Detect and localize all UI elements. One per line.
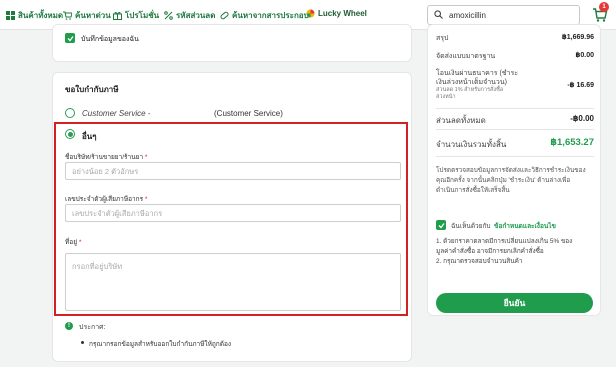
search-box[interactable] — [427, 5, 580, 25]
nav-label: Lucky Wheel — [318, 9, 367, 18]
cart-count-badge: 1 — [599, 2, 609, 12]
notice-text: กรุณากรอกข้อมูลสำหรับออกใบกำกับภาษีให้ถู… — [89, 341, 232, 348]
checkmark-icon — [67, 35, 74, 41]
total-label: จำนวนเงินรวมทั้งสิ้น — [436, 140, 507, 149]
shipping-row: จัดส่งแบบมาตรฐาน ฿0.00 — [436, 51, 594, 62]
review-line-3: ดำเนินการสั่งซื้อให้เสร็จสิ้น — [436, 187, 510, 194]
shipping-value: ฿0.00 — [575, 52, 595, 59]
subtotal-label: สรุป — [436, 35, 449, 42]
review-notice: โปรดตรวจสอบข้อมูลการจัดส่งและวิธีการชำระ… — [436, 166, 594, 196]
search-icon — [434, 9, 443, 21]
nav-item-search-by-compound[interactable]: ค้นหาจากสารประกอบ — [220, 9, 309, 22]
total-value: ฿1,653.27 — [550, 137, 594, 148]
terms-checkbox[interactable] — [436, 220, 446, 230]
pill-icon — [220, 11, 229, 20]
discount-label: ส่วนลดทั้งหมด — [436, 116, 486, 125]
tax-invoice-title: ขอใบกำกับภาษี — [65, 85, 119, 94]
terms-link[interactable]: ข้อกำหนดและเงื่อนไข — [494, 221, 556, 231]
divider — [436, 156, 594, 157]
nav-label: สินค้าทั้งหมด — [18, 11, 64, 20]
checkmark-icon — [438, 222, 445, 228]
radio-customer-service[interactable] — [65, 108, 75, 118]
discount-value: -฿0.00 — [570, 114, 594, 123]
option-customer-service-b: (Customer Service) — [214, 109, 283, 118]
discount-row: ส่วนลดทั้งหมด -฿0.00 — [436, 114, 594, 127]
subtotal-row: สรุป ฿1,669.96 — [436, 33, 594, 44]
condition-2: 2. กรุณาตรวจสอบจำนวนสินค้า — [436, 258, 523, 265]
nav-label: ค้นหาด่วน — [75, 11, 111, 20]
nav-item-all-products[interactable]: สินค้าทั้งหมด — [6, 9, 63, 22]
condition-1a: 1. ด้วยกราคาตลาดมีการเปลี่ยนแปลงเกิน 5% … — [436, 238, 573, 245]
review-line-2: คุณอีกครั้ง จากนั้นคลิกปุ่ม 'ชำระเงิน' ด… — [436, 177, 571, 184]
nav-item-quick-search[interactable]: ค้นหาด่วน — [63, 9, 111, 22]
nav-item-lucky-wheel[interactable]: Lucky Wheel — [306, 9, 367, 18]
total-row: จำนวนเงินรวมทั้งสิ้น ฿1,653.27 — [436, 137, 594, 151]
highlight-frame — [54, 122, 408, 316]
wheel-icon — [306, 9, 315, 18]
divider — [436, 129, 594, 130]
gift-icon — [113, 11, 122, 20]
nav-label: รหัสส่วนลด — [176, 11, 216, 20]
grid-icon — [6, 11, 15, 20]
bank-transfer-row: โอนเงินผ่านธนาคาร (ชำระ เงินล่วงหน้าเต็ม… — [436, 69, 594, 101]
save-info-checkbox[interactable] — [65, 33, 75, 43]
option-customer-service-a: Customer Service - — [82, 109, 151, 118]
nav-item-promotions[interactable]: โปรโมชั่น — [113, 9, 159, 22]
condition-1b: มูลค่าคำสั่งซื้อ อาจมีการยกเลิกคำสั่งซื้… — [436, 248, 544, 255]
nav-item-discount-code[interactable]: รหัสส่วนลด — [164, 9, 215, 22]
transfer-sub-2: ล่วงหน้า — [436, 94, 456, 100]
subtotal-value: ฿1,669.96 — [561, 34, 594, 41]
cart-icon — [63, 11, 72, 20]
transfer-label-1: โอนเงินผ่านธนาคาร (ชำระ — [436, 70, 519, 77]
divider — [436, 108, 594, 109]
cart-button[interactable]: 1 — [592, 2, 609, 23]
bullet-dot — [81, 341, 84, 344]
notice-title: ประกาศ: — [79, 324, 106, 331]
review-line-1: โปรดตรวจสอบข้อมูลการจัดส่งและวิธีการชำระ… — [436, 167, 586, 174]
order-conditions: 1. ด้วยกราคาตลาดมีการเปลี่ยนแปลงเกิน 5% … — [436, 237, 594, 267]
transfer-value: -฿ 16.69 — [567, 82, 594, 89]
order-summary-card: สรุป ฿1,669.96 จัดส่งแบบมาตรฐาน ฿0.00 โอ… — [427, 24, 601, 316]
save-info-label: บันทึกข้อมูลของฉัน — [81, 36, 139, 43]
terms-prefix: ฉันเห็นด้วยกับ — [451, 223, 491, 230]
shipping-label: จัดส่งแบบมาตรฐาน — [436, 53, 496, 60]
save-info-card: บันทึกข้อมูลของฉัน — [52, 24, 412, 62]
percent-icon — [164, 11, 173, 20]
info-icon: ! — [65, 322, 73, 330]
search-input[interactable] — [449, 10, 569, 20]
nav-label: โปรโมชั่น — [125, 11, 160, 20]
nav-label: ค้นหาจากสารประกอบ — [232, 11, 309, 20]
confirm-button[interactable]: ยืนยัน — [436, 293, 593, 313]
